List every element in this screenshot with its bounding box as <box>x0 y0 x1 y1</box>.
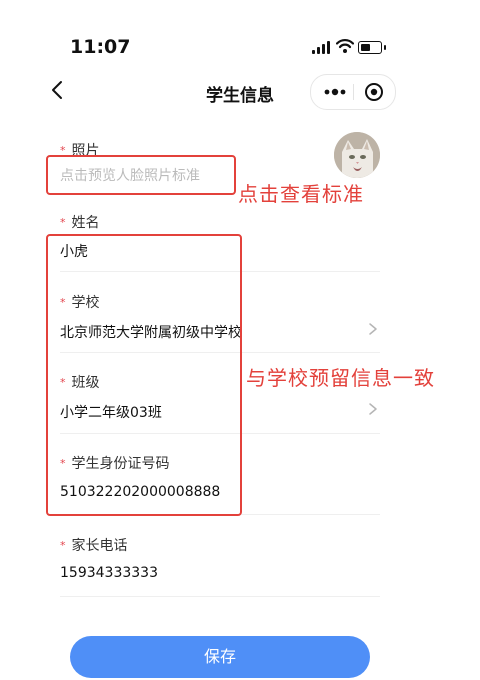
wifi-icon <box>336 39 354 53</box>
save-button[interactable]: 保存 <box>70 636 370 678</box>
chevron-right-icon[interactable] <box>368 322 378 336</box>
signal-icon <box>312 41 332 54</box>
mini-program-capsule <box>310 74 396 110</box>
required-star: * <box>60 215 66 229</box>
cat-photo-icon <box>334 132 380 178</box>
phone-field-label: * 家长电话 <box>60 538 128 554</box>
battery-icon <box>358 41 386 54</box>
photo-annotation: 点击查看标准 <box>238 182 364 206</box>
capsule-divider <box>353 84 354 100</box>
photo-highlight-box <box>46 155 236 195</box>
required-star: * <box>60 538 66 552</box>
status-bar: 11:07 <box>0 0 480 70</box>
page-title: 学生信息 <box>206 86 274 106</box>
parent-phone-input[interactable]: 15934333333 <box>60 565 158 581</box>
name-field-label: * 姓名 <box>60 215 100 231</box>
school-info-annotation: 与学校预留信息一致 <box>246 366 435 390</box>
status-time: 11:07 <box>70 36 131 58</box>
student-photo-avatar[interactable] <box>334 132 380 178</box>
chevron-right-icon[interactable] <box>368 402 378 416</box>
divider <box>60 596 380 597</box>
nav-bar: 学生信息 <box>0 70 480 116</box>
info-highlight-box <box>46 234 242 516</box>
close-mini-program-icon[interactable] <box>357 75 391 109</box>
more-icon[interactable] <box>319 75 351 109</box>
